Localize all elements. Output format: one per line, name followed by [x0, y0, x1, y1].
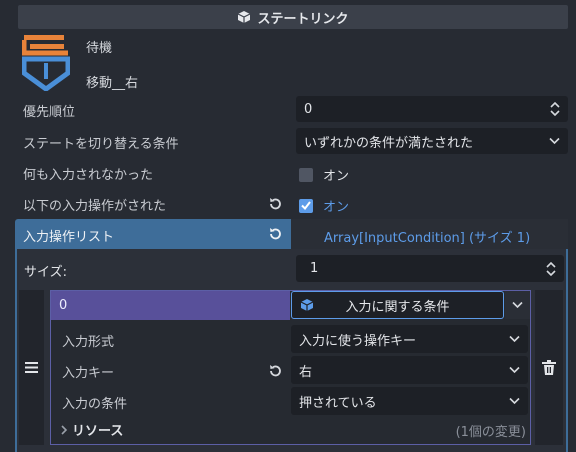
delete-column	[535, 290, 563, 445]
inspector-header: ステートリンク	[18, 5, 568, 29]
trash-icon[interactable]	[542, 360, 556, 375]
no-input-label: 何も入力されなかった	[23, 168, 154, 183]
switch-condition-select[interactable]: いずれかの条件が満たされた	[296, 128, 568, 154]
element-index: 0	[51, 291, 290, 320]
change-count: (1個の変更)	[455, 425, 526, 440]
check-icon	[301, 201, 311, 210]
chevron-down-icon	[512, 301, 523, 309]
priority-label: 優先順位	[23, 105, 76, 120]
header-title: ステートリンク	[257, 11, 349, 27]
no-input-value: オン	[323, 169, 350, 184]
input-key-label: 入力キー	[62, 366, 115, 381]
state-to-label: 移動__右	[86, 76, 139, 91]
cube-icon	[300, 299, 314, 311]
reset-icon[interactable]	[268, 364, 282, 378]
chevron-down-icon	[549, 137, 560, 145]
element-index-value: 0	[59, 298, 68, 313]
input-key-select[interactable]: 右	[291, 356, 528, 384]
array-type-button[interactable]: Array[InputCondition] (サイズ 1)	[291, 219, 568, 249]
resource-section-toggle[interactable]: リソース	[60, 420, 123, 439]
size-value: 1	[310, 261, 319, 276]
reset-icon[interactable]	[268, 197, 282, 211]
spin-arrows-icon[interactable]	[546, 261, 556, 276]
switch-condition-label: ステートを切り替える条件	[23, 137, 179, 152]
input-type-select[interactable]: 入力に使う操作キー	[291, 325, 528, 353]
chevron-down-icon	[509, 335, 520, 343]
size-label: サイズ:	[24, 265, 67, 280]
input-performed-value: オン	[323, 200, 350, 215]
resource-dropdown-button[interactable]	[505, 291, 530, 319]
chevron-down-icon	[509, 366, 520, 374]
input-type-value: 入力に使う操作キー	[299, 333, 417, 349]
input-condition-resource-button[interactable]: 入力に関する条件	[291, 291, 504, 319]
input-key-value: 右	[299, 364, 313, 380]
input-condition-label: 入力に関する条件	[345, 299, 450, 315]
drag-handle-icon[interactable]	[25, 362, 38, 373]
switch-condition-value: いずれかの条件が満たされた	[304, 135, 474, 151]
resource-label: リソース	[72, 424, 124, 439]
input-condition-select[interactable]: 押されている	[291, 387, 528, 415]
priority-value: 0	[304, 101, 313, 117]
input-performed-checkbox-row[interactable]: オン	[299, 196, 349, 215]
input-type-label: 入力形式	[62, 335, 115, 350]
chevron-right-icon	[61, 424, 68, 435]
drag-handle[interactable]	[19, 290, 44, 445]
reset-icon[interactable]	[268, 227, 282, 241]
input-performed-label: 以下の入力操作がされた	[23, 199, 167, 214]
array-type-value: Array[InputCondition] (サイズ 1)	[324, 231, 531, 246]
input-list-header[interactable]: 入力操作リスト	[15, 219, 291, 249]
priority-spinbox[interactable]: 0	[296, 96, 568, 122]
cube-icon	[238, 11, 251, 23]
state-from-label: 待機	[86, 41, 113, 56]
chevron-down-icon	[509, 397, 520, 405]
input-list-label: 入力操作リスト	[23, 230, 115, 245]
spin-arrows-icon[interactable]	[550, 102, 560, 116]
no-input-checkbox-row[interactable]: オン	[299, 165, 349, 184]
input-condition-field-label: 入力の条件	[62, 397, 128, 412]
no-input-checkbox[interactable]	[299, 167, 313, 182]
transition-logo-icon	[22, 35, 70, 91]
input-performed-checkbox[interactable]	[299, 198, 313, 213]
input-condition-value: 押されている	[299, 395, 377, 411]
size-spinbox[interactable]: 1	[296, 255, 564, 282]
